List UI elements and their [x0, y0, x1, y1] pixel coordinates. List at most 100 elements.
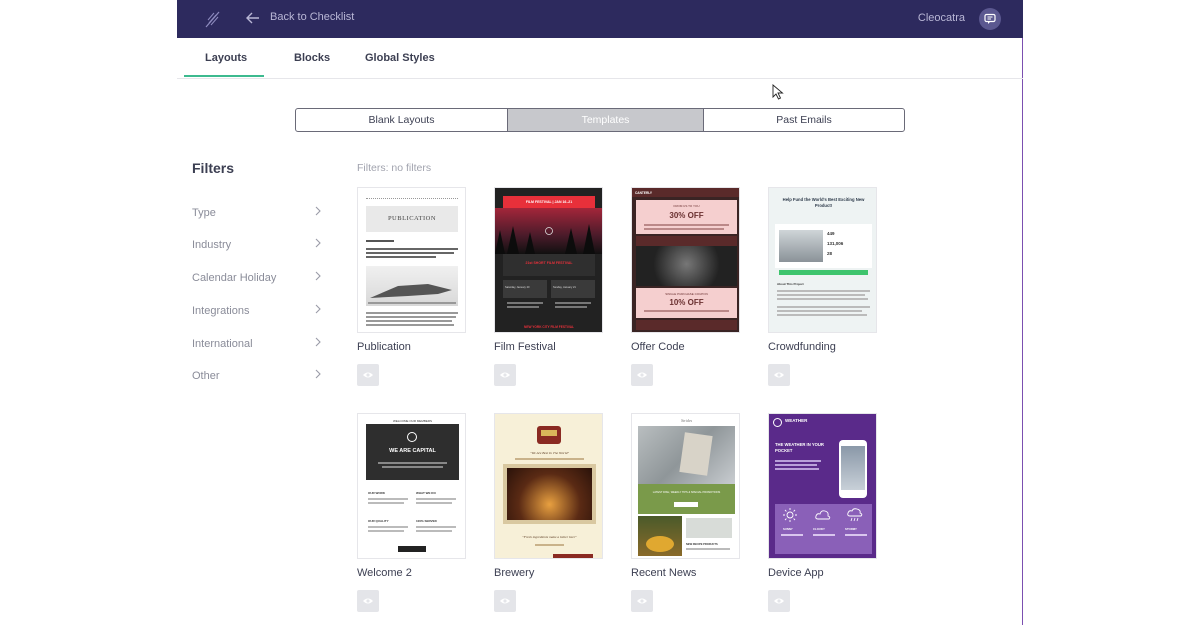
- crowdfunding-stat-1: 449: [827, 231, 835, 236]
- template-name: Welcome 2: [357, 567, 412, 579]
- preview-button[interactable]: [494, 364, 516, 386]
- news-brand: Strides: [680, 418, 693, 423]
- template-name: Offer Code: [631, 341, 685, 353]
- preview-button[interactable]: [494, 590, 516, 612]
- template-name: Brewery: [494, 567, 535, 579]
- segment-blank-layouts[interactable]: Blank Layouts: [296, 109, 508, 131]
- eye-icon: [500, 598, 510, 604]
- template-thumbnail[interactable]: CANTERLY FROM US TO YOU 30% OFF SINGLE P…: [631, 187, 740, 333]
- chevron-right-icon: [315, 206, 321, 216]
- offer-value-1: 30% OFF: [669, 211, 704, 220]
- filter-other[interactable]: Other: [192, 369, 322, 386]
- sun-icon: [783, 508, 797, 522]
- active-tab-indicator: [184, 75, 264, 77]
- builder-tabs: Layouts Blocks Global Styles: [177, 38, 1023, 79]
- template-name: Device App: [768, 567, 824, 579]
- device-icon-label-2: CLOUDY: [813, 527, 825, 531]
- device-icon-label-3: STORMY: [845, 527, 857, 531]
- preview-button[interactable]: [631, 590, 653, 612]
- filters-status: Filters: no filters: [357, 162, 432, 174]
- preview-button[interactable]: [768, 364, 790, 386]
- film-banner: FILM FESTIVAL | JAN 16–21: [525, 200, 573, 204]
- filter-integrations[interactable]: Integrations: [192, 304, 322, 321]
- preview-button[interactable]: [357, 364, 379, 386]
- welcome-col-1: OUR WORK: [368, 491, 385, 495]
- preview-button[interactable]: [631, 364, 653, 386]
- preview-button[interactable]: [357, 590, 379, 612]
- template-thumbnail[interactable]: WELCOME OUR MEMBERS WE ARE CAPITAL OUR W…: [357, 413, 466, 559]
- template-card-device-app: WEATHER THE WEATHER IN YOUR POCKET SUNNY…: [768, 413, 878, 612]
- preview-button[interactable]: [768, 590, 790, 612]
- filter-label: International: [192, 338, 253, 350]
- chevron-right-icon: [315, 271, 321, 281]
- news-headline: LATEST DISH, WEEKLY TIPS & SPECIAL PROMO…: [652, 491, 721, 494]
- feather-logo-icon[interactable]: [203, 9, 223, 29]
- offer-value-2: 10% OFF: [669, 298, 704, 307]
- segment-templates[interactable]: Templates: [508, 109, 704, 131]
- tab-blocks[interactable]: Blocks: [294, 52, 330, 64]
- filter-calendar-holiday[interactable]: Calendar Holiday: [192, 271, 322, 288]
- eye-icon: [637, 372, 647, 378]
- device-icon-label-1: SUNNY: [783, 527, 793, 531]
- forest-image: [495, 224, 595, 254]
- device-brand: WEATHER: [785, 418, 808, 423]
- tab-global-styles[interactable]: Global Styles: [365, 52, 435, 64]
- template-name: Publication: [357, 341, 411, 353]
- offer-kicker-1: FROM US TO YOU: [673, 204, 700, 208]
- brewery-caption: "Fresh ingredients make a better beer": [522, 535, 577, 539]
- offer-brand: CANTERLY: [635, 191, 653, 195]
- film-footer: NEW YORK CITY FILM FESTIVAL: [524, 325, 574, 329]
- filters-heading: Filters: [192, 160, 235, 176]
- chat-icon: [984, 13, 996, 24]
- film-heading: 21st SHORT FILM FESTIVAL: [525, 261, 573, 265]
- chevron-right-icon: [315, 369, 321, 379]
- eye-icon: [774, 372, 784, 378]
- welcome-col-4: 100% SERVED: [416, 519, 437, 523]
- back-arrow-icon[interactable]: [245, 10, 261, 26]
- crowdfunding-headline: Help Fund the World's Best Exciting New …: [782, 197, 865, 208]
- tab-layouts[interactable]: Layouts: [205, 52, 247, 64]
- chat-button[interactable]: [979, 8, 1001, 30]
- top-bar: Back to Checklist Cleocatra: [177, 0, 1023, 38]
- film-date-1: Saturday, January 20: [505, 286, 530, 289]
- template-card-crowdfunding: Help Fund the World's Best Exciting New …: [768, 187, 878, 386]
- chevron-right-icon: [315, 337, 321, 347]
- filter-industry[interactable]: Industry: [192, 238, 322, 255]
- template-card-recent-news: Strides LATEST DISH, WEEKLY TIPS & SPECI…: [631, 413, 741, 612]
- back-to-checklist-link[interactable]: Back to Checklist: [270, 11, 354, 23]
- airplane-wreck-image: [368, 284, 456, 304]
- filter-type[interactable]: Type: [192, 206, 322, 223]
- template-thumbnail[interactable]: "We Are Best In The World" "Fresh ingred…: [494, 413, 603, 559]
- template-card-film-festival: FILM FESTIVAL | JAN 16–21 21st SHORT FIL…: [494, 187, 604, 386]
- eye-icon: [774, 598, 784, 604]
- publication-masthead: PUBLICATION: [387, 215, 437, 222]
- template-name: Crowdfunding: [768, 341, 836, 353]
- crowdfunding-stat-3: 28: [827, 251, 833, 256]
- template-card-offer-code: CANTERLY FROM US TO YOU 30% OFF SINGLE P…: [631, 187, 741, 386]
- template-card-brewery: "We Are Best In The World" "Fresh ingred…: [494, 413, 604, 612]
- cloud-icon: [815, 510, 831, 520]
- welcome-headline: WE ARE CAPITAL: [389, 448, 436, 454]
- filter-label: Integrations: [192, 305, 250, 317]
- segment-past-emails[interactable]: Past Emails: [704, 109, 904, 131]
- filter-international[interactable]: International: [192, 337, 322, 354]
- brewery-tagline: "We Are Best In The World": [530, 451, 569, 455]
- offer-kicker-2: SINGLE PURCHASE COUPON: [665, 292, 708, 296]
- template-thumbnail[interactable]: FILM FESTIVAL | JAN 16–21 21st SHORT FIL…: [494, 187, 603, 333]
- filter-label: Other: [192, 370, 220, 382]
- template-thumbnail[interactable]: WEATHER THE WEATHER IN YOUR POCKET SUNNY…: [768, 413, 877, 559]
- template-thumbnail[interactable]: Strides LATEST DISH, WEEKLY TIPS & SPECI…: [631, 413, 740, 559]
- film-date-2: Sunday, January 21: [553, 286, 576, 289]
- chevron-right-icon: [315, 304, 321, 314]
- welcome-col-3: OUR QUALITY: [368, 519, 389, 523]
- eye-icon: [363, 598, 373, 604]
- filter-label: Type: [192, 207, 216, 219]
- template-card-welcome-2: WELCOME OUR MEMBERS WE ARE CAPITAL OUR W…: [357, 413, 467, 612]
- template-name: Recent News: [631, 567, 697, 579]
- mouse-cursor-icon: [772, 84, 784, 100]
- eye-icon: [363, 372, 373, 378]
- user-name[interactable]: Cleocatra: [918, 12, 965, 24]
- chevron-right-icon: [315, 238, 321, 248]
- template-thumbnail[interactable]: PUBLICATION: [357, 187, 466, 333]
- template-thumbnail[interactable]: Help Fund the World's Best Exciting New …: [768, 187, 877, 333]
